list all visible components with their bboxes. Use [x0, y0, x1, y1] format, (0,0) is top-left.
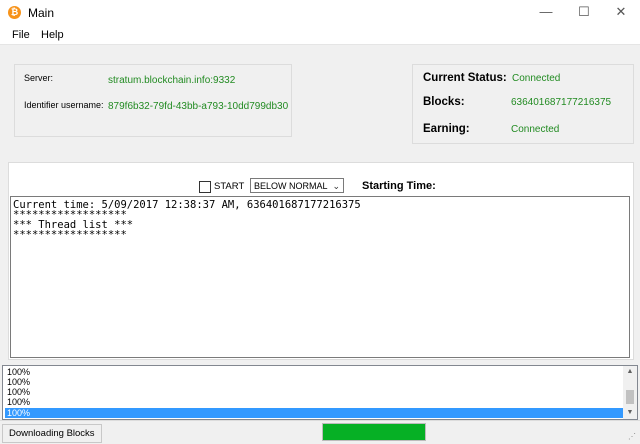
current-status-value: Connected: [512, 73, 561, 84]
scroll-up-icon[interactable]: ▲: [623, 366, 637, 378]
start-label[interactable]: START: [214, 181, 244, 192]
identifier-label: Identifier username:: [24, 100, 104, 110]
chevron-down-icon: ⌄: [332, 181, 340, 191]
list-item[interactable]: 100%: [5, 377, 626, 387]
title-bar: ₿ Main — ☐ ✕: [0, 0, 640, 26]
status-text: Downloading Blocks: [2, 424, 102, 443]
list-item[interactable]: 100%: [5, 397, 626, 407]
bitcoin-icon: ₿: [8, 6, 21, 19]
identifier-value: 879f6b32-79fd-43bb-a793-10dd799db30: [108, 101, 289, 112]
priority-select[interactable]: BELOW NORMAL ⌄: [250, 178, 344, 193]
earning-label: Earning:: [423, 123, 470, 135]
blocks-label: Blocks:: [423, 96, 465, 108]
server-label: Server:: [24, 73, 54, 83]
current-status-label: Current Status:: [423, 72, 507, 84]
list-item[interactable]: 100%: [5, 387, 626, 397]
download-progress-fill: [323, 424, 425, 440]
list-item-selected[interactable]: 100%: [5, 408, 626, 418]
log-textbox[interactable]: Current time: 5/09/2017 12:38:37 AM, 636…: [10, 196, 630, 358]
scroll-down-icon[interactable]: ▼: [623, 407, 637, 419]
earning-value: Connected: [511, 124, 560, 135]
priority-select-value: BELOW NORMAL: [254, 181, 328, 191]
menu-bar: File Help: [0, 26, 640, 45]
menu-help[interactable]: Help: [41, 29, 64, 41]
menu-file[interactable]: File: [12, 29, 30, 41]
download-progress-bar: [322, 423, 426, 441]
minimize-button[interactable]: —: [527, 0, 565, 26]
close-button[interactable]: ✕: [602, 0, 640, 26]
starting-time-label: Starting Time:: [362, 180, 436, 192]
scroll-thumb[interactable]: [626, 390, 634, 404]
status-bar: Downloading Blocks ⋰: [0, 420, 640, 444]
resize-grip-icon[interactable]: ⋰: [628, 432, 638, 442]
progress-listbox[interactable]: 100% 100% 100% 100% 100% ▲ ▼: [2, 365, 638, 420]
maximize-button[interactable]: ☐: [565, 0, 603, 26]
list-item[interactable]: 100%: [5, 367, 626, 377]
start-checkbox[interactable]: [199, 181, 211, 193]
log-line: ******************: [13, 229, 127, 241]
list-scrollbar[interactable]: ▲ ▼: [623, 366, 637, 419]
blocks-value: 636401687177216375: [511, 97, 612, 108]
window-title: Main: [28, 6, 55, 20]
server-value: stratum.blockchain.info:9332: [108, 75, 236, 86]
